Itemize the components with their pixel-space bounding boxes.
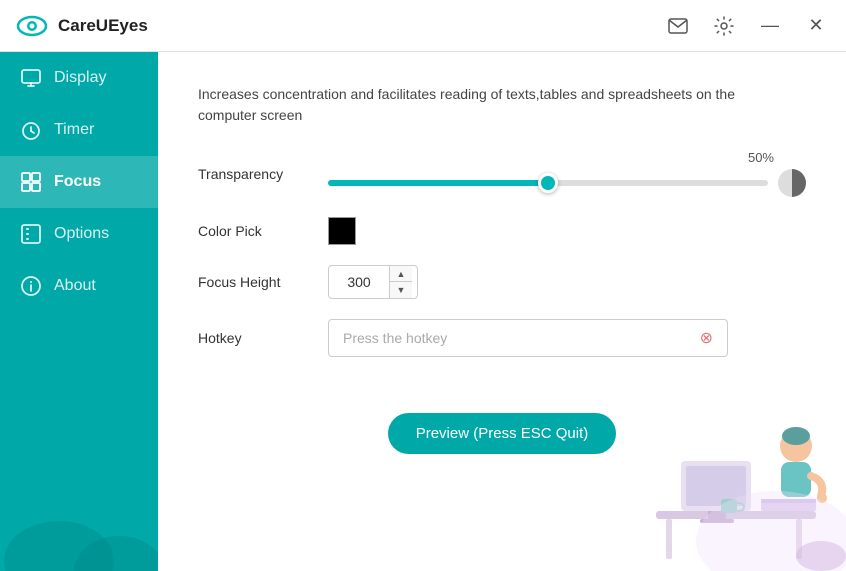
slider-container: 50% <box>328 150 806 197</box>
about-icon <box>20 276 42 296</box>
app-name: CareUEyes <box>58 16 148 36</box>
preview-button-container: Preview (Press ESC Quit) <box>198 397 806 454</box>
settings-button[interactable] <box>710 12 738 40</box>
description-text: Increases concentration and facilitates … <box>198 84 758 126</box>
hotkey-clear-button[interactable]: ⊗ <box>700 328 713 348</box>
hotkey-label: Hotkey <box>198 330 328 346</box>
preview-button[interactable]: Preview (Press ESC Quit) <box>388 413 617 454</box>
hotkey-row: Hotkey Press the hotkey ⊗ <box>198 319 806 357</box>
title-bar: CareUEyes — ✕ <box>0 0 846 52</box>
hotkey-container[interactable]: Press the hotkey ⊗ <box>328 319 728 357</box>
spinbox-up-arrow[interactable]: ▲ <box>390 266 412 282</box>
color-pick-label: Color Pick <box>198 223 328 239</box>
focus-height-row: Focus Height ▲ ▼ <box>198 265 806 299</box>
title-bar-right: — ✕ <box>664 12 830 40</box>
focus-height-control: ▲ ▼ <box>328 265 806 299</box>
main-layout: Display Timer Focus <box>0 52 846 571</box>
spinbox-down-arrow[interactable]: ▼ <box>390 282 412 298</box>
settings-area: Transparency 50% <box>198 150 806 377</box>
about-label: About <box>54 277 96 295</box>
timer-label: Timer <box>54 121 94 139</box>
color-swatch[interactable] <box>328 217 356 245</box>
transparency-label: Transparency <box>198 166 328 182</box>
sidebar-item-options[interactable]: Options <box>0 208 158 260</box>
sidebar: Display Timer Focus <box>0 52 158 571</box>
display-icon <box>20 68 42 88</box>
focus-icon <box>20 172 42 192</box>
sidebar-item-focus[interactable]: Focus <box>0 156 158 208</box>
transparency-slider[interactable] <box>328 180 768 186</box>
sidebar-item-display[interactable]: Display <box>0 52 158 104</box>
hotkey-placeholder: Press the hotkey <box>343 330 447 346</box>
transparency-control: 50% <box>328 150 806 197</box>
focus-label: Focus <box>54 173 101 191</box>
sidebar-item-timer[interactable]: Timer <box>0 104 158 156</box>
minimize-button[interactable]: — <box>756 12 784 40</box>
sidebar-item-about[interactable]: About <box>0 260 158 312</box>
focus-height-label: Focus Height <box>198 274 328 290</box>
title-bar-left: CareUEyes <box>16 10 148 42</box>
options-icon <box>20 224 42 244</box>
options-label: Options <box>54 225 109 243</box>
transparency-row: Transparency 50% <box>198 150 806 197</box>
display-label: Display <box>54 69 106 87</box>
color-pick-row: Color Pick <box>198 217 806 245</box>
slider-value: 50% <box>328 150 806 165</box>
brightness-icon <box>778 169 806 197</box>
color-pick-control <box>328 217 806 245</box>
slider-thumb[interactable] <box>538 173 558 193</box>
email-button[interactable] <box>664 12 692 40</box>
content-area: Increases concentration and facilitates … <box>158 52 846 571</box>
slider-row <box>328 169 806 197</box>
focus-height-input[interactable] <box>329 268 389 296</box>
app-logo <box>16 10 48 42</box>
spinbox-arrows: ▲ ▼ <box>389 266 412 298</box>
timer-icon <box>20 120 42 140</box>
focus-height-spinbox: ▲ ▼ <box>328 265 418 299</box>
close-button[interactable]: ✕ <box>802 12 830 40</box>
hotkey-control: Press the hotkey ⊗ <box>328 319 806 357</box>
slider-fill <box>328 180 548 186</box>
